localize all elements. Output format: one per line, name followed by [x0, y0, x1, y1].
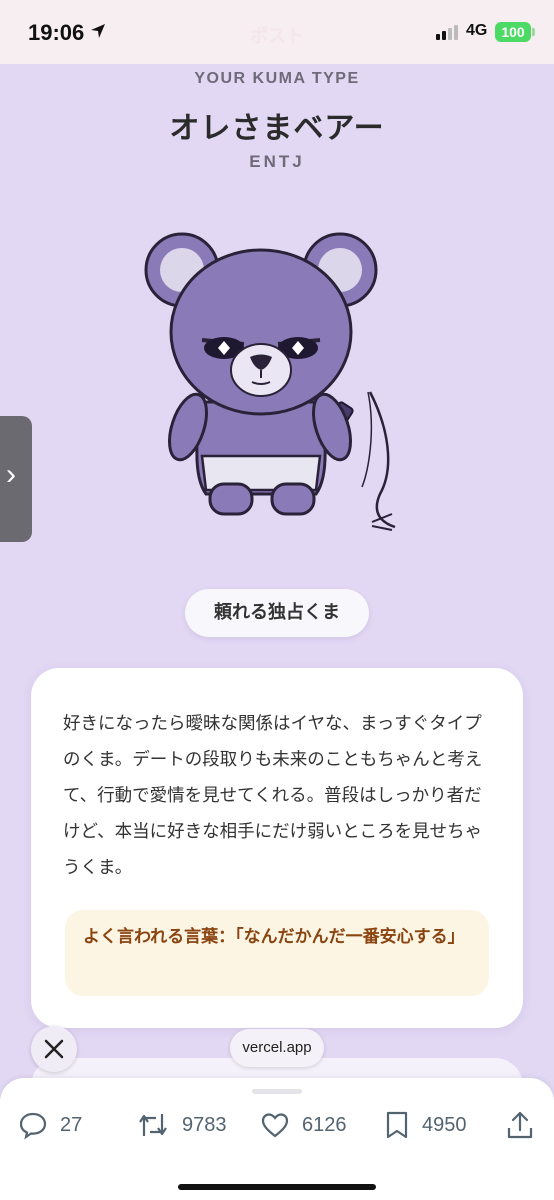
- bookmark-count: 4950: [422, 1113, 467, 1136]
- type-code: ENTJ: [249, 152, 305, 171]
- description-card: 好きになったら曖昧な関係はイヤな、まっすぐタイプのくま。デートの段取りも未来のこ…: [31, 668, 523, 1028]
- type-label: YOUR KUMA TYPE: [194, 70, 360, 87]
- bookmark-icon: [386, 1111, 408, 1139]
- bear-illustration: [144, 232, 396, 531]
- bookmark-button[interactable]: 4950: [384, 1110, 467, 1140]
- close-button[interactable]: [31, 1026, 77, 1072]
- reply-button[interactable]: 27: [18, 1110, 82, 1140]
- side-panel-tab[interactable]: ›: [0, 416, 32, 542]
- type-tag: 頼れる独占くま: [185, 589, 369, 637]
- like-button[interactable]: 6126: [260, 1110, 347, 1140]
- network-type: 4G: [466, 22, 488, 39]
- heart-icon: [261, 1113, 289, 1138]
- share-icon: [507, 1111, 533, 1139]
- home-indicator: [178, 1184, 376, 1190]
- type-name: オレさまベアー: [169, 111, 385, 146]
- battery-icon: 100: [495, 22, 531, 42]
- close-icon: [44, 1039, 64, 1059]
- repost-icon: [139, 1114, 167, 1136]
- repost-button[interactable]: 9783: [136, 1110, 227, 1140]
- type-description: 好きになったら曖昧な関係はイヤな、まっすぐタイプのくま。デートの段取りも未来のこ…: [63, 714, 483, 878]
- reply-count: 27: [60, 1113, 83, 1136]
- url-pill[interactable]: vercel.app: [230, 1029, 324, 1067]
- like-count: 6126: [302, 1113, 347, 1136]
- chevron-right-icon: ›: [6, 458, 16, 491]
- sheet-grabber[interactable]: [252, 1089, 302, 1094]
- action-bar: 27 9783 6126 4950: [0, 1078, 554, 1200]
- share-button[interactable]: [506, 1110, 534, 1140]
- repost-count: 9783: [182, 1113, 227, 1136]
- reply-icon: [19, 1112, 47, 1140]
- signal-icon: [436, 25, 458, 40]
- battery-nub: [532, 28, 535, 36]
- quote-box: よく言われる言葉：「なんだかんだ一番安心する」: [65, 910, 489, 996]
- status-bar: 19:06 ポスト 4G 100: [0, 0, 554, 64]
